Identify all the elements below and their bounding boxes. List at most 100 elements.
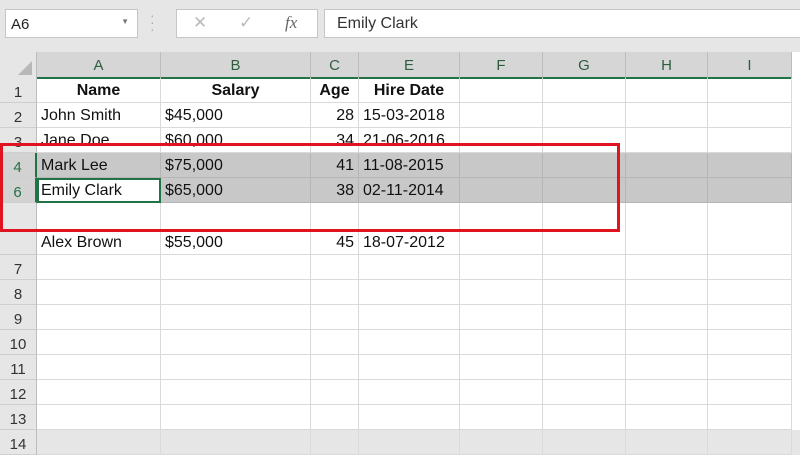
row-header[interactable]: 4 bbox=[0, 153, 37, 178]
cell[interactable]: 18-07-2012 bbox=[359, 203, 460, 255]
cell[interactable] bbox=[161, 330, 311, 355]
cell[interactable] bbox=[626, 128, 708, 153]
cell[interactable]: $75,000 bbox=[161, 153, 311, 178]
cell[interactable] bbox=[708, 103, 792, 128]
cell[interactable] bbox=[161, 280, 311, 305]
row-header[interactable]: 11 bbox=[0, 355, 37, 380]
cell[interactable] bbox=[161, 430, 311, 455]
cell[interactable] bbox=[37, 330, 161, 355]
cell[interactable]: Hire Date bbox=[359, 78, 460, 103]
cell[interactable] bbox=[543, 153, 626, 178]
enter-icon[interactable]: ✓ bbox=[239, 13, 253, 33]
drag-handle-icon[interactable]: · · · bbox=[150, 8, 155, 36]
cell[interactable] bbox=[626, 305, 708, 330]
cell[interactable] bbox=[460, 78, 543, 103]
column-header-G[interactable]: G bbox=[543, 52, 626, 79]
cell[interactable] bbox=[311, 330, 359, 355]
cell[interactable] bbox=[543, 430, 626, 455]
column-header-I[interactable]: I bbox=[708, 52, 792, 79]
cell[interactable]: 28 bbox=[311, 103, 359, 128]
cell[interactable] bbox=[460, 305, 543, 330]
cell[interactable]: 45 bbox=[311, 203, 359, 255]
cell[interactable] bbox=[460, 128, 543, 153]
row-header[interactable]: 7 bbox=[0, 255, 37, 280]
cell[interactable]: Name bbox=[37, 78, 161, 103]
column-header-H[interactable]: H bbox=[626, 52, 708, 79]
cell[interactable] bbox=[37, 430, 161, 455]
cell[interactable] bbox=[359, 305, 460, 330]
cell[interactable] bbox=[708, 330, 792, 355]
cell[interactable] bbox=[161, 355, 311, 380]
cell[interactable]: Age bbox=[311, 78, 359, 103]
cell[interactable] bbox=[543, 305, 626, 330]
cell[interactable] bbox=[708, 280, 792, 305]
cell[interactable] bbox=[37, 380, 161, 405]
cell[interactable] bbox=[359, 380, 460, 405]
row-header[interactable]: 10 bbox=[0, 330, 37, 355]
select-all-button[interactable] bbox=[0, 52, 37, 79]
cell[interactable] bbox=[460, 355, 543, 380]
cell[interactable] bbox=[460, 255, 543, 280]
cell[interactable] bbox=[37, 355, 161, 380]
cell[interactable] bbox=[543, 280, 626, 305]
cell[interactable]: Emily Clark bbox=[37, 178, 161, 203]
cell[interactable] bbox=[37, 280, 161, 305]
cell[interactable] bbox=[311, 355, 359, 380]
cell[interactable]: $60,000 bbox=[161, 128, 311, 153]
column-header-F[interactable]: F bbox=[460, 52, 543, 79]
cell[interactable] bbox=[626, 103, 708, 128]
row-header[interactable]: 14 bbox=[0, 430, 37, 455]
column-header-C[interactable]: C bbox=[311, 52, 359, 79]
cell[interactable] bbox=[543, 380, 626, 405]
cell[interactable]: 15-03-2018 bbox=[359, 103, 460, 128]
cell[interactable] bbox=[543, 178, 626, 203]
cancel-icon[interactable]: ✕ bbox=[193, 13, 207, 33]
cell[interactable] bbox=[626, 405, 708, 430]
cell[interactable] bbox=[359, 355, 460, 380]
row-header[interactable]: 1 bbox=[0, 78, 37, 103]
cell[interactable] bbox=[460, 330, 543, 355]
cell[interactable] bbox=[460, 203, 543, 255]
cell[interactable]: 11-08-2015 bbox=[359, 153, 460, 178]
cell[interactable] bbox=[543, 405, 626, 430]
cell[interactable] bbox=[37, 305, 161, 330]
cell[interactable] bbox=[708, 305, 792, 330]
formula-input[interactable]: Emily Clark bbox=[324, 9, 800, 38]
cell[interactable] bbox=[626, 355, 708, 380]
cell[interactable]: 34 bbox=[311, 128, 359, 153]
cell[interactable] bbox=[708, 203, 792, 255]
cell[interactable]: Salary bbox=[161, 78, 311, 103]
row-header[interactable]: 6 bbox=[0, 178, 37, 203]
cell[interactable] bbox=[708, 380, 792, 405]
cell[interactable] bbox=[460, 380, 543, 405]
cell[interactable] bbox=[543, 103, 626, 128]
cell[interactable]: 02-11-2014 bbox=[359, 178, 460, 203]
cell[interactable]: $55,000 bbox=[161, 203, 311, 255]
cell[interactable] bbox=[626, 153, 708, 178]
cell[interactable]: Mark Lee bbox=[37, 153, 161, 178]
cell[interactable] bbox=[543, 355, 626, 380]
cell[interactable] bbox=[626, 330, 708, 355]
cell[interactable] bbox=[543, 128, 626, 153]
row-header[interactable]: 3 bbox=[0, 128, 37, 153]
cell[interactable] bbox=[708, 153, 792, 178]
cell[interactable] bbox=[311, 255, 359, 280]
cell[interactable] bbox=[311, 280, 359, 305]
cell[interactable] bbox=[626, 430, 708, 455]
name-box[interactable]: A6 ▼ bbox=[5, 9, 138, 38]
column-header-B[interactable]: B bbox=[161, 52, 311, 79]
cell[interactable]: $45,000 bbox=[161, 103, 311, 128]
cell[interactable] bbox=[708, 355, 792, 380]
chevron-down-icon[interactable]: ▼ bbox=[121, 17, 129, 26]
cell[interactable] bbox=[626, 203, 708, 255]
cell[interactable] bbox=[37, 255, 161, 280]
cell[interactable] bbox=[626, 255, 708, 280]
cell[interactable] bbox=[311, 305, 359, 330]
cell[interactable] bbox=[359, 255, 460, 280]
cell[interactable] bbox=[626, 280, 708, 305]
insert-function-icon[interactable]: fx bbox=[285, 13, 297, 33]
cell[interactable] bbox=[460, 430, 543, 455]
cell[interactable]: 38 bbox=[311, 178, 359, 203]
cell[interactable] bbox=[460, 280, 543, 305]
cell[interactable]: Jane Doe bbox=[37, 128, 161, 153]
